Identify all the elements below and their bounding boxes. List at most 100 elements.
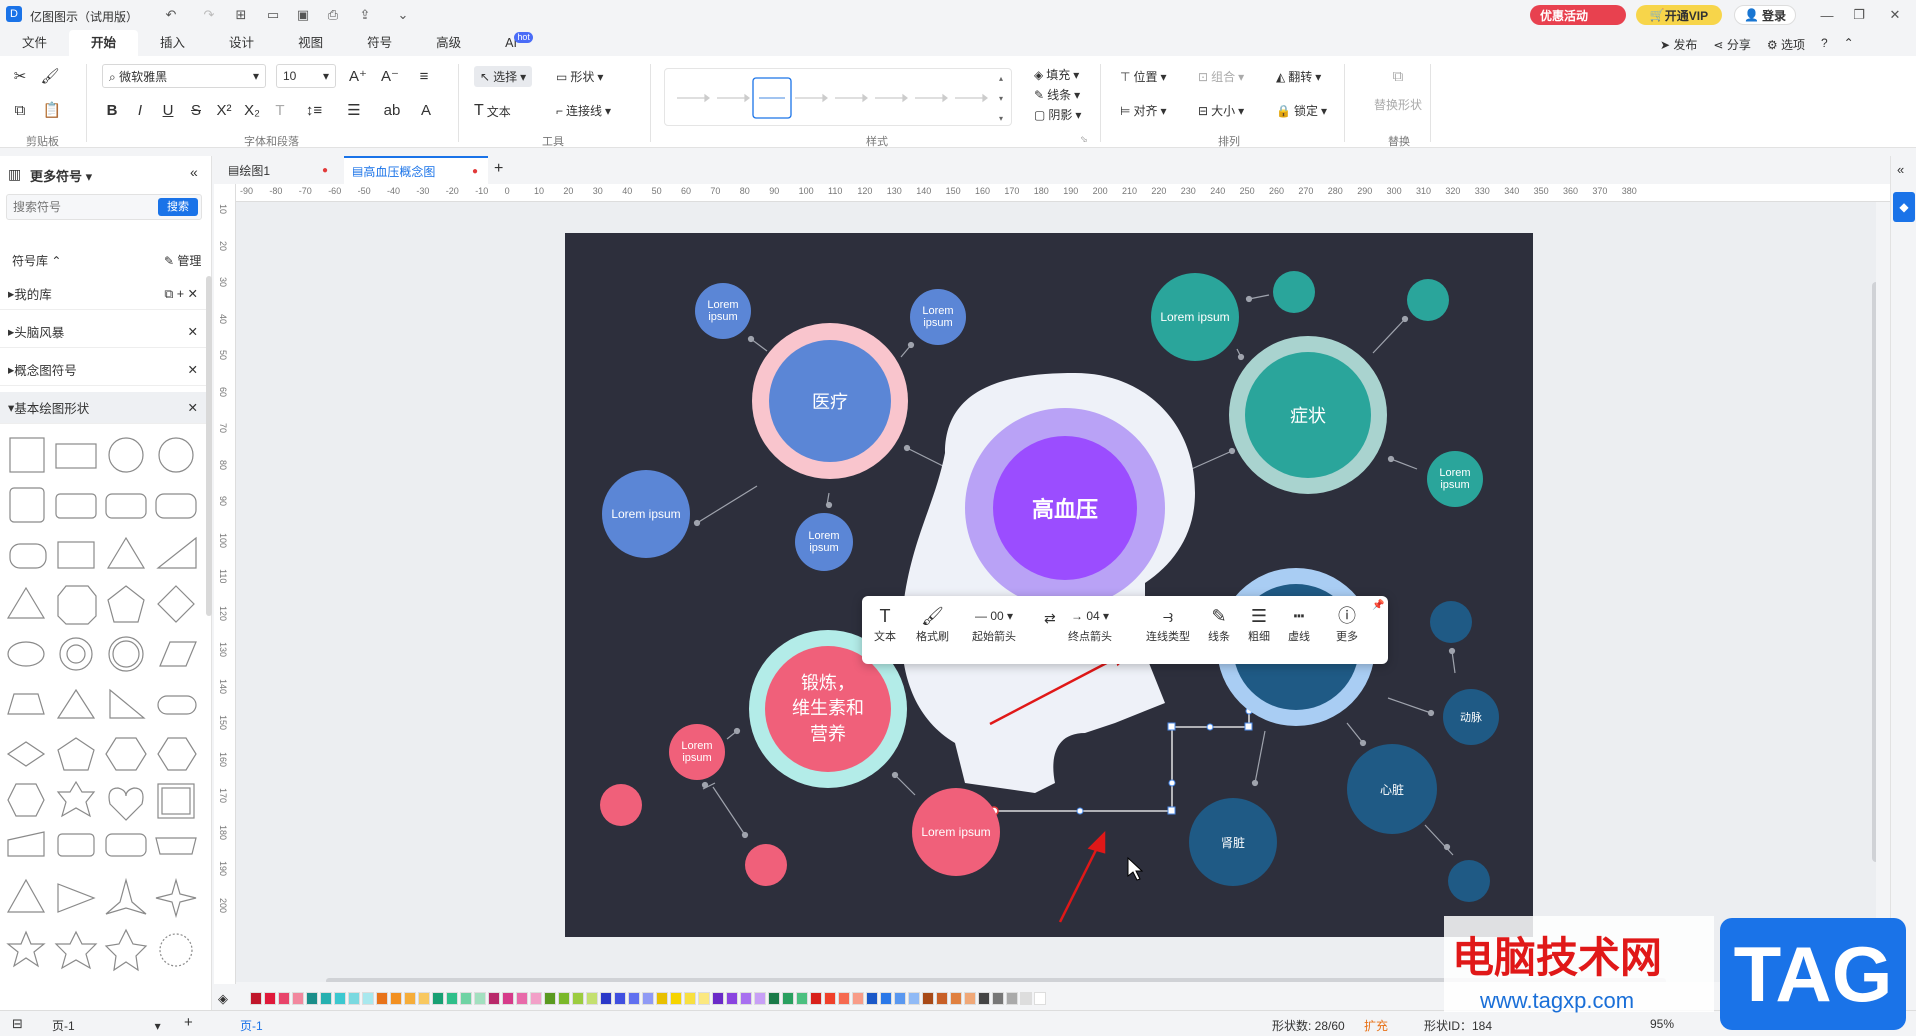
color-swatch[interactable]	[810, 992, 822, 1005]
ft-dash-button[interactable]: ┅ 虚线	[1288, 604, 1310, 644]
vip-button[interactable]: 🛒 开通VIP	[1636, 5, 1722, 25]
customize-icon[interactable]: ⌄	[392, 4, 414, 26]
restore-icon[interactable]: ❐	[1848, 4, 1870, 26]
menu-home[interactable]: 开始	[69, 30, 139, 56]
format-painter-icon[interactable]: 🖌	[40, 66, 60, 86]
library-item-basic-shapes[interactable]: ▾ 基本绘图形状 ✕	[0, 392, 206, 424]
color-swatch[interactable]	[1020, 992, 1032, 1005]
symbol-search-box[interactable]: 搜索	[6, 194, 202, 220]
font-color-icon[interactable]: A	[416, 100, 436, 120]
close-icon[interactable]: ✕	[188, 362, 198, 377]
publish-button[interactable]: ➤ 发布	[1660, 36, 1697, 53]
new-icon[interactable]: ⊞	[230, 4, 252, 26]
options-button[interactable]: ⚙ 选项	[1767, 36, 1805, 53]
color-swatch[interactable]	[460, 992, 472, 1005]
color-swatch[interactable]	[572, 992, 584, 1005]
small-node[interactable]	[745, 844, 787, 886]
color-swatch[interactable]	[474, 992, 486, 1005]
bullets-icon[interactable]: ☰	[344, 100, 364, 120]
color-swatch[interactable]	[404, 992, 416, 1005]
lorem-node-selected-source[interactable]: Lorem ipsum	[912, 788, 1000, 876]
color-swatch[interactable]	[978, 992, 990, 1005]
line-style-gallery[interactable]: ▴ ▾ ▾	[664, 68, 1012, 126]
color-swatch[interactable]	[712, 992, 724, 1005]
color-swatch[interactable]	[796, 992, 808, 1005]
color-swatch[interactable]	[628, 992, 640, 1005]
heart-node[interactable]: 心脏	[1347, 744, 1437, 834]
symptom-node[interactable]: 症状	[1245, 352, 1371, 478]
color-swatch[interactable]	[838, 992, 850, 1005]
align-text-icon[interactable]: ≡	[414, 66, 434, 86]
add-tab-icon[interactable]: +	[494, 160, 503, 178]
group-button[interactable]: ⊡ 组合 ▾	[1198, 68, 1244, 85]
font-family-select[interactable]: ⌕ 微软雅黑 ▾	[102, 64, 266, 88]
lorem-node[interactable]: Lorem ipsum	[910, 289, 966, 345]
color-swatch[interactable]	[740, 992, 752, 1005]
lorem-node[interactable]: Lorem ipsum	[1427, 451, 1483, 507]
color-swatch[interactable]	[698, 992, 710, 1005]
color-swatch[interactable]	[1006, 992, 1018, 1005]
zoom-level[interactable]: 95%	[1650, 1017, 1674, 1031]
line-button[interactable]: ✎ 线条 ▾	[1034, 86, 1080, 103]
text-case-icon[interactable]: ab	[382, 100, 402, 120]
tab-drawing1[interactable]: ▤ 绘图1 ●	[228, 156, 338, 184]
add-page-icon[interactable]: +	[184, 1014, 193, 1031]
font-size-select[interactable]: 10 ▾	[276, 64, 336, 88]
color-swatch[interactable]	[950, 992, 962, 1005]
ft-text-button[interactable]: T 文本	[874, 604, 896, 644]
help-icon[interactable]: ?	[1821, 36, 1828, 53]
page-layout-icon[interactable]: ⊟	[12, 1016, 23, 1032]
swap-arrows-icon[interactable]: ⇄	[1044, 610, 1056, 627]
style-panel-icon[interactable]: ◆	[1893, 192, 1915, 222]
ft-connector-type-button[interactable]: ⥽ 连线类型	[1146, 604, 1190, 644]
color-swatch[interactable]	[726, 992, 738, 1005]
color-swatch[interactable]	[544, 992, 556, 1005]
superscript-icon[interactable]: X²	[214, 100, 234, 120]
menu-insert[interactable]: 插入	[138, 30, 207, 56]
lorem-node[interactable]: Lorem ipsum	[795, 513, 853, 571]
color-swatch[interactable]	[264, 992, 276, 1005]
ft-start-arrow-select[interactable]: — 00 ▾ 起始箭头	[972, 604, 1016, 644]
lorem-node[interactable]: Lorem ipsum	[602, 470, 690, 558]
paste-icon[interactable]: 📋	[42, 100, 62, 120]
color-swatch[interactable]	[880, 992, 892, 1005]
color-swatch[interactable]	[936, 992, 948, 1005]
replace-shape-icon[interactable]: ⧉	[1388, 66, 1408, 86]
color-swatch[interactable]	[824, 992, 836, 1005]
ft-end-arrow-select[interactable]: → 04 ▾ 终点箭头	[1068, 604, 1112, 644]
color-swatch[interactable]	[418, 992, 430, 1005]
color-swatch[interactable]	[964, 992, 976, 1005]
flip-button[interactable]: ◭ 翻转 ▾	[1276, 68, 1321, 85]
redo-icon[interactable]: ↷	[198, 4, 220, 26]
export-icon[interactable]: ⇪	[354, 4, 376, 26]
color-swatch[interactable]	[250, 992, 262, 1005]
text-tool[interactable]: T 文本	[474, 102, 511, 120]
panel-scrollbar[interactable]	[206, 276, 212, 616]
color-swatch[interactable]	[432, 992, 444, 1005]
print-icon[interactable]: ⎙	[322, 4, 344, 26]
color-swatch[interactable]	[782, 992, 794, 1005]
underline-icon[interactable]: U	[158, 100, 178, 120]
select-tool[interactable]: ↖ 选择 ▾	[474, 66, 533, 87]
minimize-icon[interactable]: —	[1816, 4, 1838, 26]
vertical-scrollbar[interactable]	[1872, 282, 1876, 862]
symbol-search-button[interactable]: 搜索	[158, 198, 198, 216]
color-swatch[interactable]	[516, 992, 528, 1005]
collapse-ribbon-icon[interactable]: ⌃	[1844, 36, 1854, 53]
color-swatches[interactable]	[250, 992, 1046, 1005]
clear-format-icon[interactable]: T	[270, 100, 290, 120]
pin-icon[interactable]: 📌	[1372, 600, 1384, 611]
page-tab[interactable]: 页-1	[240, 1017, 263, 1034]
color-swatch[interactable]	[922, 992, 934, 1005]
color-swatch[interactable]	[334, 992, 346, 1005]
shrink-font-icon[interactable]: A⁻	[380, 66, 400, 86]
menu-advanced[interactable]: 高级	[414, 30, 483, 56]
color-swatch[interactable]	[894, 992, 906, 1005]
copy-icon[interactable]: ⧉	[10, 100, 30, 120]
undo-icon[interactable]: ↶	[160, 4, 182, 26]
shape-tool[interactable]: ▭ 形状 ▾	[556, 68, 603, 85]
color-swatch[interactable]	[320, 992, 332, 1005]
menu-symbol[interactable]: 符号	[345, 30, 414, 56]
ft-line-button[interactable]: ✎ 线条	[1208, 604, 1230, 644]
color-swatch[interactable]	[866, 992, 878, 1005]
